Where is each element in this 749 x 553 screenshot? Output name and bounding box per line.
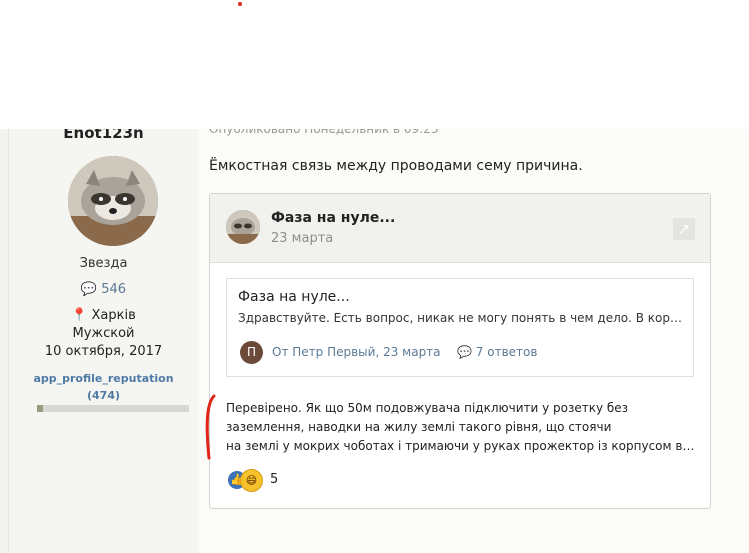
reputation-bar (37, 405, 189, 412)
forum-post: Enot123n Звезда 💬 546 📍 Харків Мужской 1… (8, 110, 749, 553)
comment-icon: 💬 (457, 345, 472, 359)
reputation-label: app_profile_reputation (33, 372, 174, 385)
reactions-bar[interactable]: 👍 😄 5 (228, 469, 288, 492)
author-joined-date: 10 октября, 2017 (44, 344, 163, 359)
embed-reply-text: Перевірено. Як що 50м подовжувача підклю… (226, 399, 696, 456)
location-value: Харків (91, 308, 136, 323)
comment-icon: 💬 (80, 282, 98, 297)
embed-replies-count[interactable]: 💬 7 ответов (457, 345, 537, 359)
author-post-count[interactable]: 💬 546 (9, 282, 198, 297)
post-count-value: 546 (101, 282, 127, 297)
embed-topic-date: 23 марта (271, 231, 334, 246)
reply-line: заземлення, наводки на жилу землі такого… (226, 420, 612, 434)
embed-author-line[interactable]: От Петр Первый, 23 марта (272, 345, 441, 359)
author-avatar[interactable] (68, 156, 158, 246)
author-column: Enot123n Звезда 💬 546 📍 Харків Мужской 1… (9, 110, 198, 553)
embed-topic-card[interactable]: Фаза на нуле... Здравствуйте. Есть вопро… (226, 278, 694, 377)
top-blank-area (0, 0, 749, 129)
reaction-count[interactable]: 5 (270, 472, 278, 487)
reply-line: Перевірено. Як що 50м подовжувача підклю… (226, 401, 629, 415)
embedded-quote: Фаза на нуле... 23 марта ↗ Фаза на нуле.… (205, 193, 711, 509)
red-annotation-mark (205, 394, 216, 460)
embed-author-avatar[interactable]: П (240, 341, 263, 364)
embed-card-title[interactable]: Фаза на нуле... (238, 289, 350, 305)
reply-line: на землі у мокрих чоботах і тримаючи у р… (226, 439, 696, 453)
author-location: 📍 Харків (9, 308, 198, 323)
topic-author-avatar[interactable] (226, 210, 260, 244)
red-dot-marker (238, 2, 242, 6)
map-pin-icon: 📍 (71, 308, 88, 323)
post-body-text: Ёмкостная связь между проводами сему при… (209, 158, 583, 174)
reputation-bar-fill (37, 405, 44, 412)
author-gender: Мужской (72, 326, 135, 341)
haha-reaction-icon[interactable]: 😄 (240, 469, 263, 492)
author-rank: Звезда (79, 256, 128, 271)
embed-topic-title[interactable]: Фаза на нуле... (271, 210, 395, 226)
embed-header: Фаза на нуле... 23 марта ↗ (210, 194, 710, 263)
embed-card-snippet: Здравствуйте. Есть вопрос, никак не могу… (238, 311, 688, 325)
replies-value: 7 ответов (475, 345, 538, 359)
external-link-icon[interactable]: ↗ (673, 218, 695, 240)
reputation-count: (474) (86, 389, 121, 402)
